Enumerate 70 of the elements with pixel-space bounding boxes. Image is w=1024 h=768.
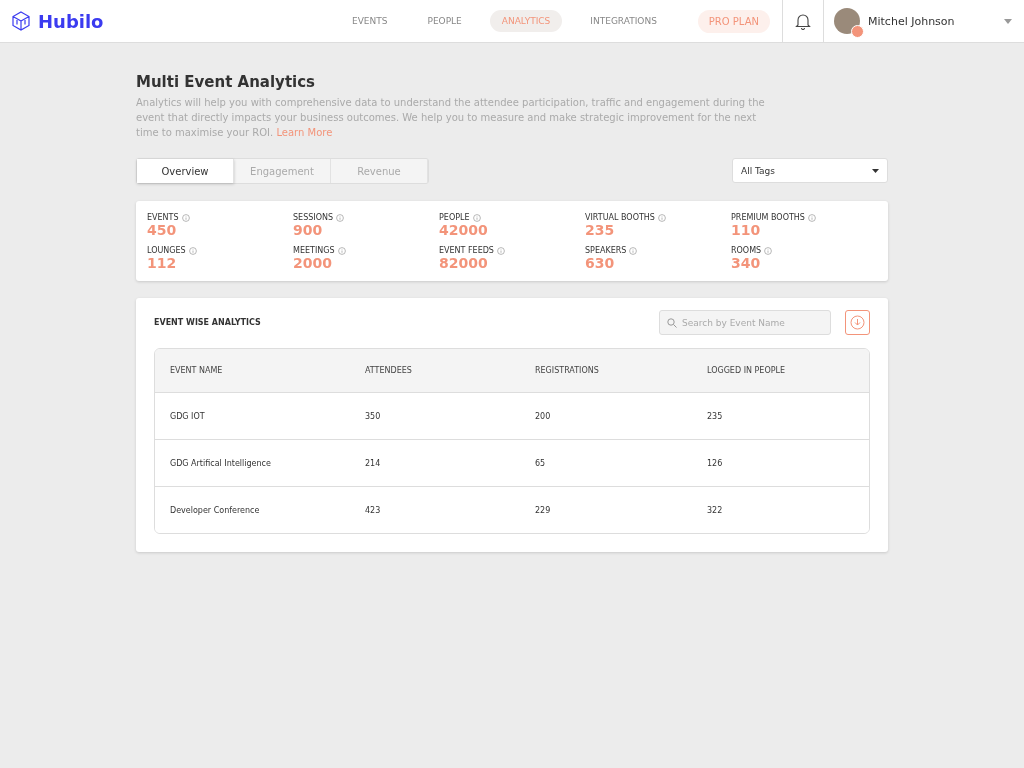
nav-link[interactable]: ANALYTICS [489, 10, 563, 32]
caret-icon[interactable] [1004, 18, 1012, 24]
table-cell-text: 126 [707, 458, 724, 468]
table-cell-text: 229 [535, 505, 552, 515]
user-name: Mitchel Johnson [868, 14, 956, 28]
page-title: Multi Event Analytics [136, 73, 316, 91]
info-icon [181, 213, 190, 222]
stat-label: SESSIONS [293, 213, 333, 222]
info-icon [764, 246, 773, 255]
stat-value: 2000 [293, 255, 333, 271]
stat-label: EVENTS [147, 213, 179, 222]
table-cell-text: 322 [707, 505, 724, 515]
tab[interactable]: Overview [137, 159, 234, 183]
table-cell-text: 423 [365, 505, 382, 515]
table-cell-text: GDG IOT [170, 411, 206, 421]
column-header: EVENT NAME [170, 366, 224, 375]
info-icon [472, 213, 481, 222]
stat-label: EVENT FEEDS [439, 246, 494, 255]
status-badge-icon [851, 25, 864, 38]
nav-link[interactable]: INTEGRATIONS [578, 10, 669, 32]
search-icon [667, 318, 677, 328]
table-cell-text: Developer Conference [170, 505, 261, 515]
caret-icon [872, 168, 879, 173]
stat-label: SPEAKERS [585, 246, 627, 255]
table-cell-text: 200 [535, 411, 552, 421]
stat-value: 42000 [439, 222, 489, 238]
column-header: LOGGED IN PEOPLE [707, 366, 787, 375]
column-header: ATTENDEES [365, 366, 413, 375]
stat-value: 110 [731, 222, 762, 238]
column-header: REGISTRATIONS [535, 366, 600, 375]
nav-link[interactable]: PEOPLE [415, 10, 474, 32]
info-icon [336, 213, 344, 222]
table-cell-text: 65 [535, 458, 547, 468]
stat-value: 340 [731, 255, 762, 271]
search-field[interactable]: Search by Event Name [659, 310, 831, 335]
info-icon [807, 213, 816, 222]
info-icon [188, 246, 197, 255]
stat-label: LOUNGES [147, 246, 186, 255]
table-cell-text: 214 [365, 458, 382, 468]
stat-label: ROOMS [731, 246, 762, 255]
tab[interactable]: Revenue [331, 159, 428, 183]
pro-plan-button[interactable]: PRO PLAN [697, 9, 770, 33]
table-cell-text: GDG Artifical Intelligence [170, 458, 272, 468]
info-icon [657, 213, 666, 222]
brand-name: Hubilo [38, 10, 104, 32]
tag-filter-dropdown[interactable]: All Tags [732, 158, 888, 183]
table-cell-text: 350 [365, 411, 382, 421]
info-icon [496, 246, 505, 255]
download-icon [850, 315, 865, 330]
page-description: Analytics will help you with comprehensive data to understand the attendee participation, traffic and engagement during the event that directly impacts your business outcomes. We help you to measure and make strategic improvement for the next time to maximise your ROI. Learn More [136, 96, 766, 140]
tab[interactable]: Engagement [234, 159, 331, 183]
notification-bell-icon[interactable] [795, 12, 811, 30]
stat-label: MEETINGS [293, 246, 335, 255]
cube-logo-icon [10, 10, 32, 32]
table-cell-text: 235 [707, 411, 724, 421]
stat-value: 900 [293, 222, 324, 238]
stat-label: PREMIUM BOOTHS [731, 213, 805, 222]
learn-more-link[interactable]: Learn More [276, 127, 333, 138]
section-title: EVENT WISE ANALYTICS [154, 318, 261, 327]
info-icon [629, 246, 638, 255]
stat-value: 630 [585, 255, 616, 271]
stat-value: 82000 [439, 255, 489, 271]
download-button[interactable] [845, 310, 870, 335]
stat-value: 450 [147, 222, 178, 238]
stat-value: 112 [147, 255, 178, 271]
stat-label: VIRTUAL BOOTHS [585, 213, 655, 222]
nav-link[interactable]: EVENTS [340, 10, 400, 32]
info-icon [337, 246, 346, 255]
stat-value: 235 [585, 222, 616, 238]
stat-label: PEOPLE [439, 213, 470, 222]
